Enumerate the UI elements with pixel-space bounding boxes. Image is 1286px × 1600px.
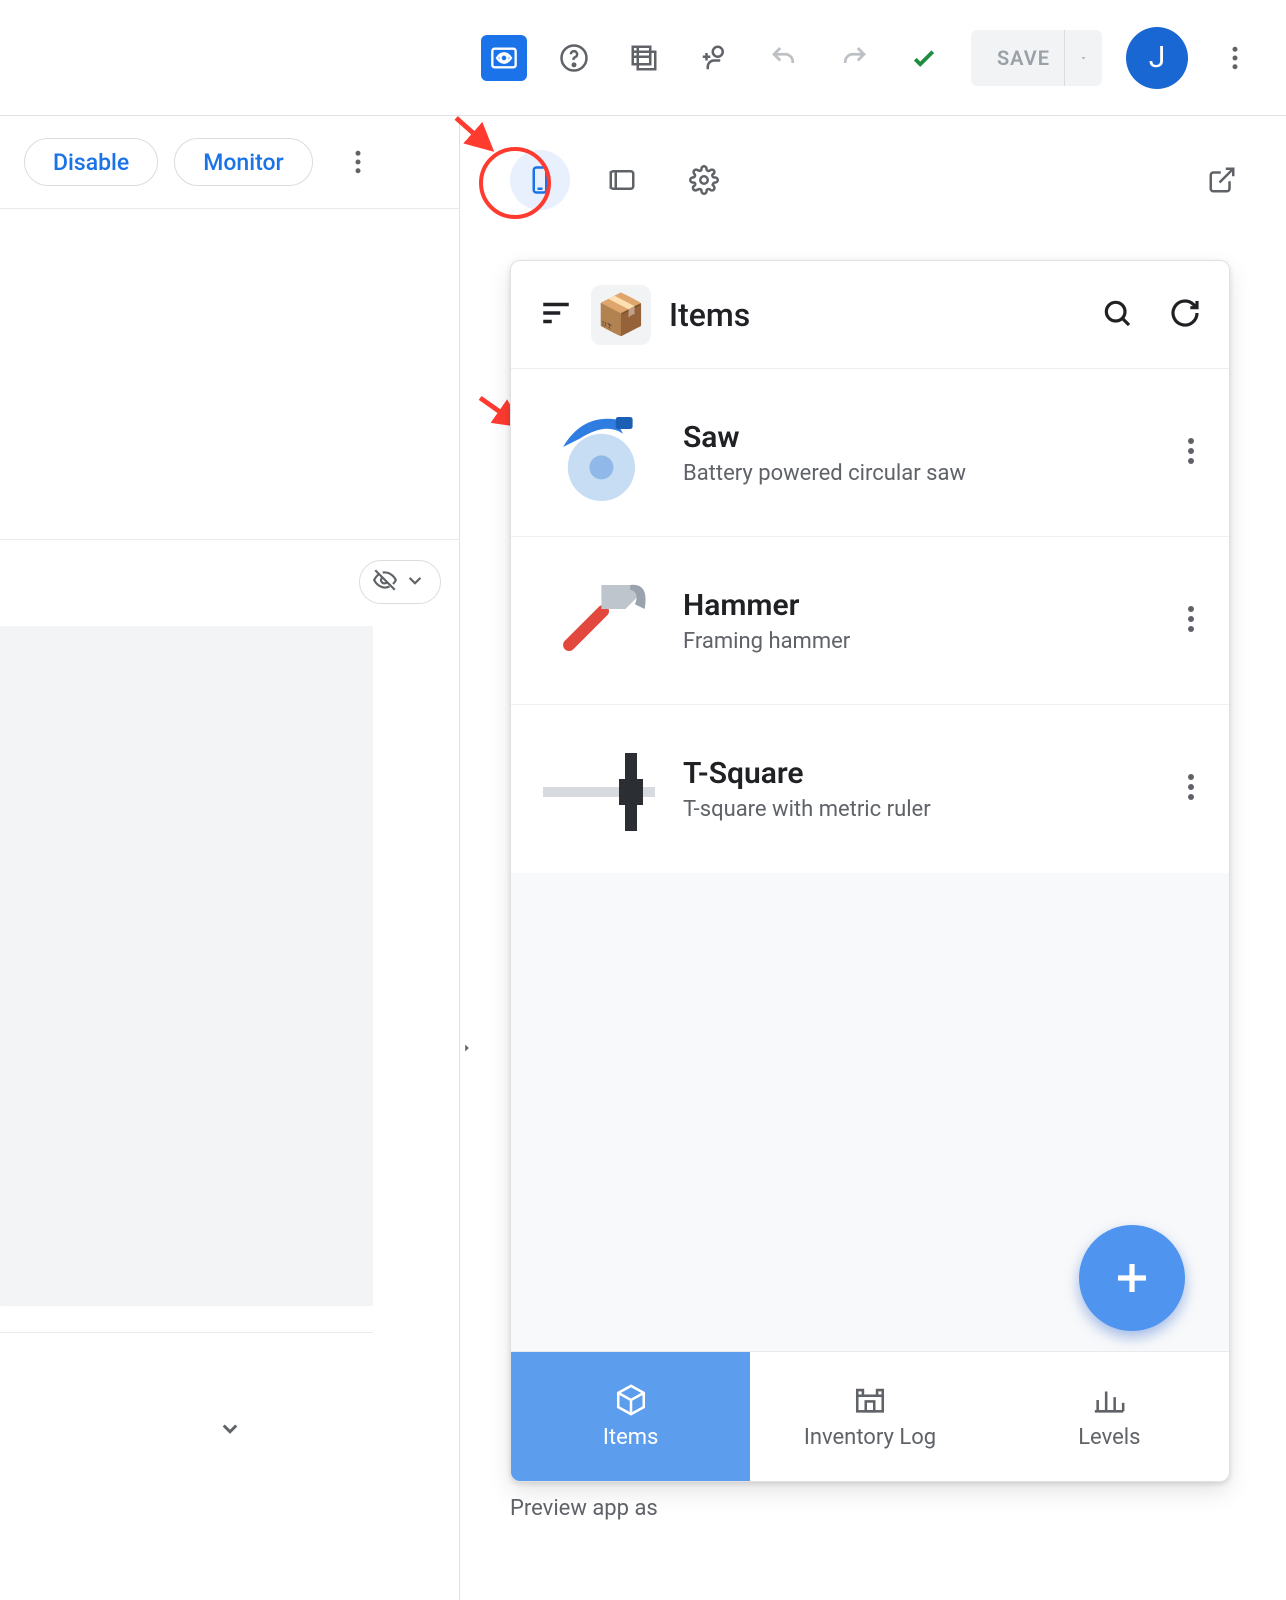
undo-icon[interactable] [761, 35, 807, 81]
left-overflow-icon[interactable] [335, 139, 381, 185]
open-external-icon[interactable] [1192, 150, 1252, 210]
left-panel: Disable Monitor [0, 116, 460, 1600]
row-overflow-icon[interactable] [1181, 773, 1201, 805]
overflow-icon[interactable] [1212, 35, 1258, 81]
phone-view-button[interactable] [510, 150, 570, 210]
sort-icon[interactable] [539, 296, 573, 334]
item-thumb-saw [539, 393, 659, 513]
phone-mock: 📦 Items Saw Battery powered circular saw [510, 260, 1230, 1482]
annotation-arrow-icon [454, 116, 512, 168]
save-label: SAVE [997, 46, 1050, 70]
preview-icon[interactable] [481, 35, 527, 81]
item-title: Saw [683, 420, 1157, 455]
item-title: Hammer [683, 588, 1157, 623]
help-icon[interactable] [551, 35, 597, 81]
disable-button[interactable]: Disable [24, 138, 158, 186]
settings-button[interactable] [674, 150, 734, 210]
nav-inventory-log[interactable]: Inventory Log [750, 1352, 989, 1481]
monitor-button[interactable]: Monitor [174, 138, 312, 186]
redo-icon[interactable] [831, 35, 877, 81]
app-icon: 📦 [591, 285, 651, 345]
preview-as-label: Preview app as [510, 1496, 658, 1521]
left-actions: Disable Monitor [0, 116, 459, 209]
nav-label: Inventory Log [804, 1425, 936, 1450]
device-bar [460, 116, 1286, 232]
expand-section-icon[interactable] [0, 1413, 459, 1443]
list-item[interactable]: Hammer Framing hammer [511, 537, 1229, 705]
save-caret-icon[interactable] [1064, 30, 1088, 86]
row-overflow-icon[interactable] [1181, 605, 1201, 637]
item-title: T-Square [683, 756, 1157, 791]
tables-icon[interactable] [621, 35, 667, 81]
save-button[interactable]: SAVE [971, 30, 1102, 86]
visibility-chip[interactable] [359, 560, 441, 604]
share-icon[interactable] [691, 35, 737, 81]
list-item[interactable]: T-Square T-square with metric ruler [511, 705, 1229, 873]
nav-levels[interactable]: Levels [990, 1352, 1229, 1481]
add-button[interactable] [1079, 1225, 1185, 1331]
avatar[interactable]: J [1126, 27, 1188, 89]
nav-items[interactable]: Items [511, 1352, 750, 1481]
list-item[interactable]: Saw Battery powered circular saw [511, 369, 1229, 537]
nav-label: Levels [1078, 1425, 1140, 1450]
bottom-nav: Items Inventory Log Levels [511, 1351, 1229, 1481]
avatar-initial: J [1149, 40, 1166, 75]
item-list: Saw Battery powered circular saw Hammer … [511, 369, 1229, 873]
app-title: Items [669, 296, 1083, 334]
formula-editor-placeholder[interactable] [0, 626, 373, 1306]
app-header: 📦 Items [511, 261, 1229, 369]
item-subtitle: Battery powered circular saw [683, 461, 1157, 486]
item-subtitle: Framing hammer [683, 629, 1157, 654]
check-icon[interactable] [901, 35, 947, 81]
refresh-icon[interactable] [1169, 297, 1201, 333]
nav-label: Items [603, 1425, 659, 1450]
preview-panel: 📦 Items Saw Battery powered circular saw [460, 116, 1286, 1600]
row-overflow-icon[interactable] [1181, 437, 1201, 469]
item-thumb-hammer [539, 561, 659, 681]
search-icon[interactable] [1101, 297, 1133, 333]
top-toolbar: SAVE J [0, 0, 1286, 116]
item-thumb-tsquare [539, 729, 659, 849]
tablet-view-button[interactable] [592, 150, 652, 210]
visibility-off-icon [372, 567, 398, 597]
item-subtitle: T-square with metric ruler [683, 797, 1157, 822]
chevron-down-icon [402, 567, 428, 597]
